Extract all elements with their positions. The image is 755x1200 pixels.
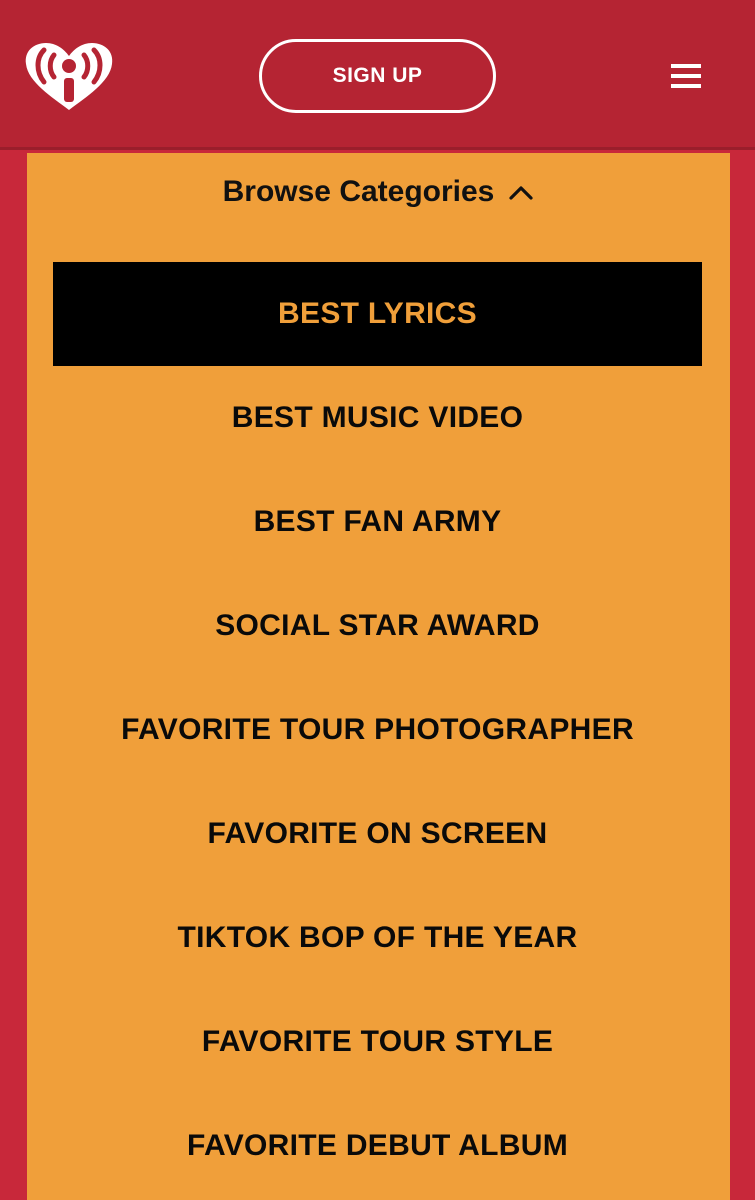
browse-categories-label: Browse Categories	[222, 175, 495, 208]
category-item-favorite-debut-album[interactable]: FAVORITE DEBUT ALBUM	[53, 1094, 702, 1198]
category-item-favorite-on-screen[interactable]: FAVORITE ON SCREEN	[53, 782, 702, 886]
browse-categories-toggle[interactable]: Browse Categories	[27, 171, 730, 213]
category-item-favorite-tour-photographer[interactable]: FAVORITE TOUR PHOTOGRAPHER	[53, 678, 702, 782]
category-item-best-music-video[interactable]: BEST MUSIC VIDEO	[53, 366, 702, 470]
chevron-up-icon	[509, 186, 533, 200]
hamburger-menu-icon[interactable]	[668, 60, 706, 92]
category-list: BEST LYRICS BEST MUSIC VIDEO BEST FAN AR…	[53, 262, 702, 1198]
category-item-tiktok-bop-of-the-year[interactable]: TIKTOK BOP OF THE YEAR	[53, 886, 702, 990]
category-item-social-star-award[interactable]: SOCIAL STAR AWARD	[53, 574, 702, 678]
category-item-favorite-tour-style[interactable]: FAVORITE TOUR STYLE	[53, 990, 702, 1094]
category-item-best-fan-army[interactable]: BEST FAN ARMY	[53, 470, 702, 574]
sign-up-button[interactable]: SIGN UP	[259, 39, 496, 113]
category-item-best-lyrics[interactable]: BEST LYRICS	[53, 262, 702, 366]
top-header: SIGN UP	[0, 0, 755, 150]
iheartradio-logo-icon[interactable]	[22, 42, 116, 112]
browse-categories-panel: Browse Categories BEST LYRICS BEST MUSIC…	[27, 153, 730, 1200]
